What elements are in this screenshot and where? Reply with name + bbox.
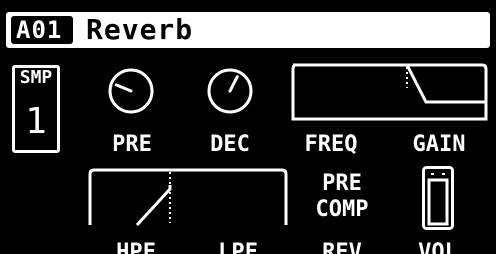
freq-label: FREQ xyxy=(304,132,358,157)
rev-option-top: PRE xyxy=(322,171,362,196)
pre-knob[interactable] xyxy=(107,67,155,115)
pre-knob-pointer xyxy=(114,83,133,93)
vol-fader-fill xyxy=(427,178,449,226)
vol-label: VOL xyxy=(418,240,458,254)
rev-label[interactable]: REV xyxy=(310,240,374,254)
shelf-eq-frame xyxy=(291,63,488,121)
vol-fader[interactable] xyxy=(422,166,454,230)
track-id: A01 xyxy=(16,16,63,44)
rev-option-bottom: COMP xyxy=(315,197,369,222)
dec-knob[interactable] xyxy=(206,67,254,115)
preset-name: Reverb xyxy=(86,13,194,46)
source-label: SMP xyxy=(19,67,53,88)
dec-label: DEC xyxy=(210,132,250,157)
filter-graph[interactable] xyxy=(87,167,289,229)
filter-curve xyxy=(135,185,172,227)
lpf-label: LPF xyxy=(218,240,258,254)
header-bar xyxy=(6,12,490,48)
shelf-eq-curve xyxy=(293,63,486,104)
filter-frame xyxy=(88,168,288,225)
hpf-label: HPF xyxy=(116,240,156,254)
device-screen: A01 Reverb SMP 1 PRE DEC FREQ GAIN HPF L… xyxy=(0,0,496,254)
gain-label: GAIN xyxy=(412,132,466,157)
source-value: 1 xyxy=(25,101,47,142)
dec-knob-pointer xyxy=(228,75,239,93)
pre-label: PRE xyxy=(112,132,152,157)
shelf-eq-graph[interactable] xyxy=(290,62,490,124)
